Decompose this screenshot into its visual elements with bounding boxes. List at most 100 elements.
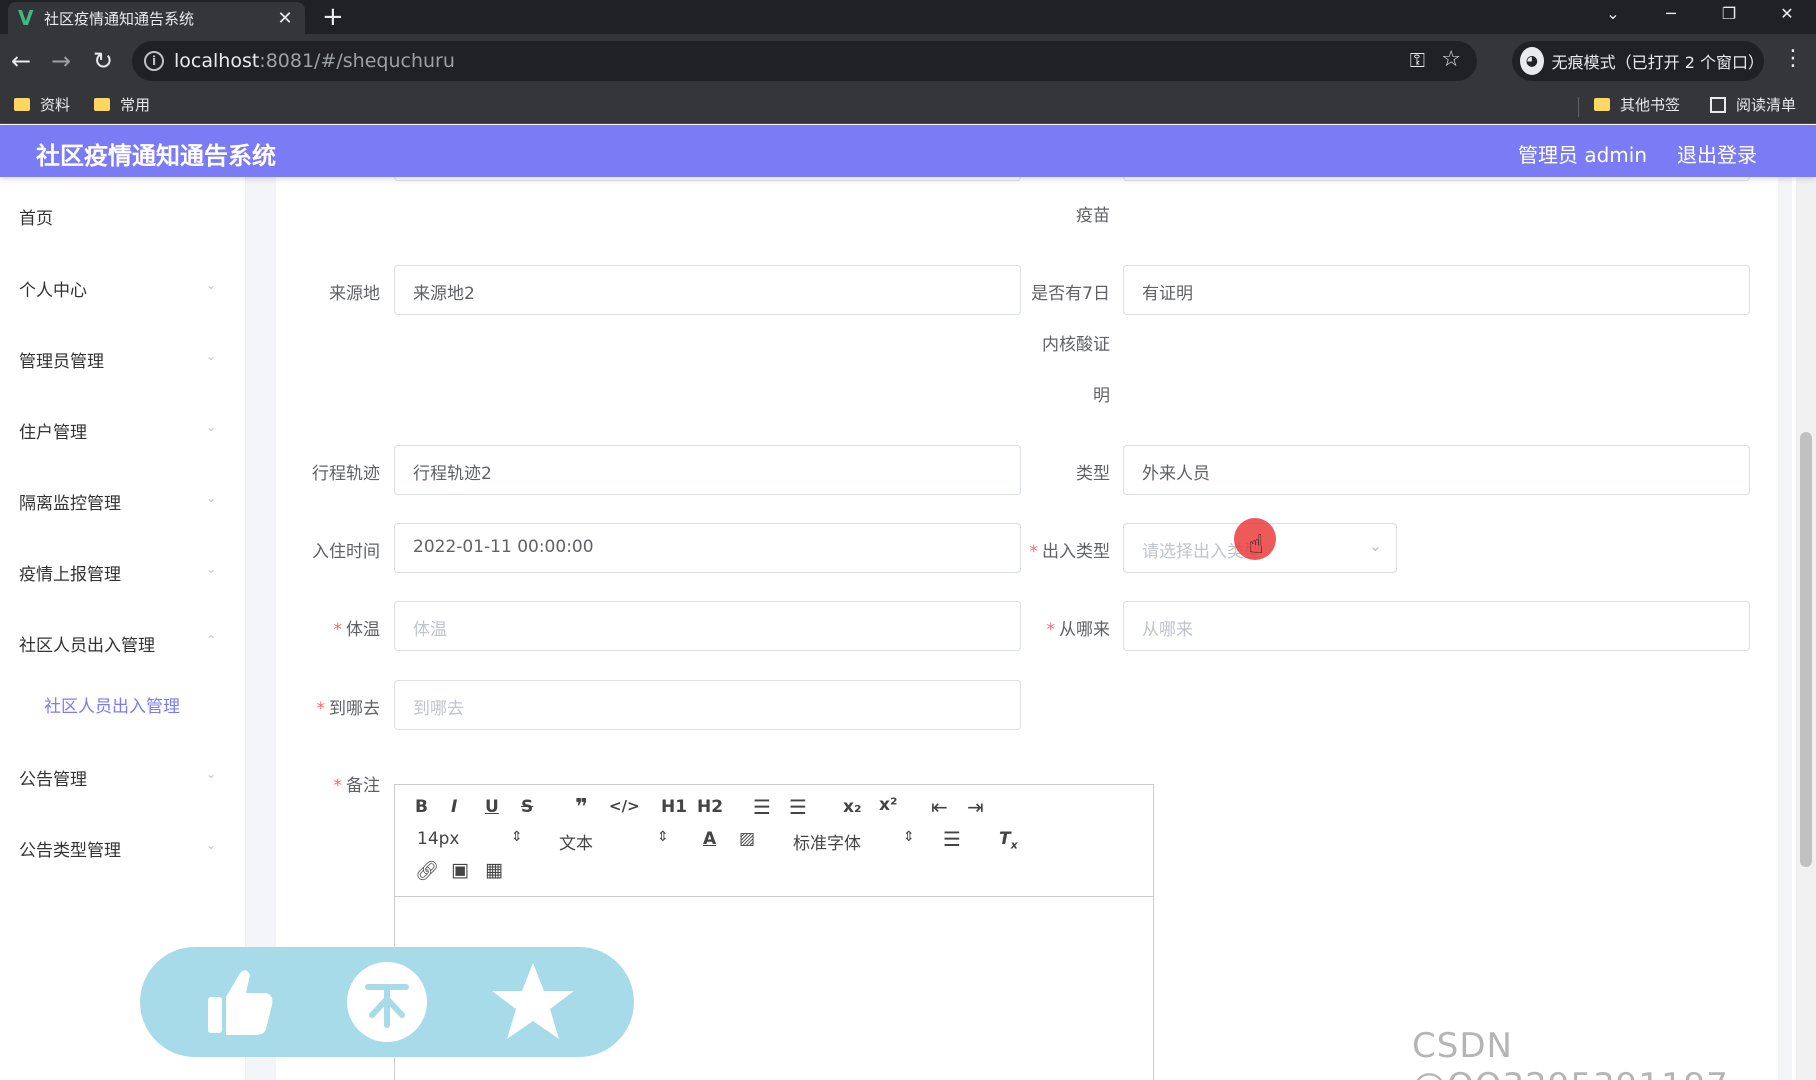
pointer-hand-icon: ☝: [1248, 530, 1264, 560]
chevron-down-icon: ⌄: [1368, 536, 1382, 555]
sidebar-subitem-label: 社区人员出入管理: [44, 697, 180, 717]
required-mark: *: [1046, 620, 1056, 640]
sidebar: 首页 个人中心 ⌄ 管理员管理 ⌄ 住户管理 ⌄ 隔离监控管理 ⌄ 疫情上报管理…: [0, 177, 246, 1080]
password-key-icon[interactable]: ⚿: [1410, 48, 1425, 72]
trajectory-value: 行程轨迹2: [413, 464, 492, 484]
heading-2-icon[interactable]: H2: [697, 797, 723, 817]
coin-icon[interactable]: [344, 959, 430, 1045]
sidebar-item-personal-center[interactable]: 个人中心 ⌄: [0, 266, 246, 310]
to-where-label-text: 到哪去: [329, 699, 380, 719]
site-info-icon[interactable]: i: [144, 51, 164, 71]
sidebar-item-admin-management[interactable]: 管理员管理 ⌄: [0, 337, 246, 381]
italic-icon[interactable]: I: [451, 797, 457, 817]
align-icon[interactable]: ☰: [943, 827, 961, 851]
sidebar-item-label: 公告类型管理: [19, 841, 121, 861]
bookmark-star-icon[interactable]: ☆: [1441, 47, 1461, 72]
url-path: :8081/#/shequchuru: [259, 50, 455, 72]
sidebar-item-resident-management[interactable]: 住户管理 ⌄: [0, 408, 246, 452]
text-color-icon[interactable]: A: [703, 829, 716, 849]
minimize-window-icon[interactable]: ─: [1648, 0, 1694, 30]
close-window-icon[interactable]: ✕: [1764, 0, 1810, 30]
reading-list-icon: [1710, 96, 1726, 113]
bookmark-folder-ziliao[interactable]: 资料: [14, 94, 70, 115]
sidebar-item-notice-type-management[interactable]: 公告类型管理 ⌄: [0, 826, 246, 870]
outdent-icon[interactable]: ⇤: [931, 795, 948, 819]
required-mark: *: [333, 620, 343, 640]
scrollbar-thumb[interactable]: [1800, 432, 1812, 867]
new-tab-button[interactable]: +: [322, 2, 344, 32]
video-icon[interactable]: ▦: [485, 859, 503, 881]
background-color-icon[interactable]: ▨: [739, 829, 755, 849]
temperature-input[interactable]: 体温: [394, 601, 1021, 651]
font-family-select[interactable]: 标准字体: [793, 829, 861, 854]
checkin-time-label: 入住时间: [312, 542, 380, 562]
logout-link[interactable]: 退出登录: [1677, 139, 1757, 168]
thumbs-up-icon[interactable]: [194, 959, 280, 1045]
superscript-icon[interactable]: x²: [879, 795, 897, 815]
trajectory-input[interactable]: 行程轨迹2: [394, 445, 1021, 495]
source-label: 来源地: [329, 284, 380, 304]
sidebar-item-home[interactable]: 首页: [0, 194, 246, 238]
inout-type-label-text: 出入类型: [1042, 542, 1110, 562]
strikethrough-icon[interactable]: S: [521, 797, 533, 817]
tab-search-icon[interactable]: ⌄: [1590, 0, 1636, 30]
star-icon[interactable]: [490, 959, 576, 1045]
type-label: 类型: [1076, 464, 1110, 484]
bold-icon[interactable]: B: [415, 797, 428, 817]
chevron-down-icon: ⌄: [206, 562, 217, 576]
browser-tab[interactable]: V 社区疫情通知通告系统 ✕: [8, 2, 305, 34]
remark-label: * 备注: [276, 771, 381, 796]
bookmark-folder-changyong[interactable]: 常用: [94, 94, 150, 115]
other-bookmarks[interactable]: 其他书签: [1594, 94, 1680, 115]
image-icon[interactable]: ▣: [451, 859, 469, 881]
required-mark: *: [1029, 542, 1039, 562]
sidebar-subitem-community-access[interactable]: 社区人员出入管理: [0, 684, 246, 724]
from-where-input[interactable]: 从哪来: [1123, 601, 1750, 651]
vertical-scrollbar[interactable]: [1796, 177, 1816, 1080]
blockquote-icon[interactable]: ❞: [575, 795, 588, 820]
folder-icon: [1594, 98, 1610, 111]
chevron-down-icon: ⌄: [206, 767, 217, 781]
sidebar-item-notice-management[interactable]: 公告管理 ⌄: [0, 755, 246, 799]
required-mark: *: [316, 699, 326, 719]
type-input[interactable]: 外来人员: [1123, 445, 1750, 495]
sidebar-item-quarantine-monitoring[interactable]: 隔离监控管理 ⌄: [0, 479, 246, 523]
checkin-time-value: 2022-01-11 00:00:00: [413, 537, 594, 557]
heading-select[interactable]: 文本: [559, 829, 593, 854]
close-tab-icon[interactable]: ✕: [275, 8, 295, 29]
link-icon[interactable]: 🔗︎: [415, 859, 439, 882]
back-icon[interactable]: ←: [4, 44, 38, 78]
reload-icon[interactable]: ↻: [86, 44, 120, 78]
to-where-input[interactable]: 到哪去: [394, 680, 1021, 730]
incognito-indicator[interactable]: ◕ 无痕模式（已打开 2 个窗口）: [1512, 41, 1764, 81]
ordered-list-icon[interactable]: ☰: [753, 795, 771, 819]
restore-window-icon[interactable]: ❐: [1706, 0, 1752, 30]
nucleic-label-line3: 明: [1093, 386, 1110, 406]
chevron-down-icon: ⌄: [206, 349, 217, 363]
checkin-time-input[interactable]: 2022-01-11 00:00:00: [394, 523, 1021, 573]
heading-1-icon[interactable]: H1: [661, 797, 687, 817]
font-size-select[interactable]: 14px: [417, 829, 459, 849]
url-text[interactable]: localhost:8081/#/shequchuru: [174, 50, 455, 72]
source-input[interactable]: 来源地2: [394, 265, 1021, 315]
bookmark-label: 资料: [40, 96, 71, 114]
nucleic-proof-input[interactable]: 有证明: [1123, 265, 1750, 315]
from-where-label-text: 从哪来: [1059, 620, 1110, 640]
remark-label-text: 备注: [346, 776, 380, 796]
csdn-watermark: CSDN @QQ3295391197: [1412, 1026, 1728, 1080]
sidebar-item-community-access[interactable]: 社区人员出入管理 ⌃: [0, 621, 246, 665]
reading-list-label: 阅读清单: [1736, 96, 1797, 114]
sidebar-item-epidemic-report[interactable]: 疫情上报管理 ⌄: [0, 550, 246, 594]
bullet-list-icon[interactable]: ☰: [789, 795, 807, 819]
address-bar[interactable]: i localhost:8081/#/shequchuru ⚿ ☆: [132, 41, 1477, 81]
main-content: 疫苗 来源地 来源地2 是否有7日 内核酸证 明 有证明 行程轨迹 行程轨迹2 …: [246, 141, 1792, 1080]
inout-type-label: * 出入类型: [996, 537, 1111, 562]
browser-menu-icon[interactable]: ⋮: [1782, 46, 1804, 71]
code-block-icon[interactable]: </>: [609, 797, 640, 815]
subscript-icon[interactable]: x₂: [843, 797, 861, 817]
indent-icon[interactable]: ⇥: [967, 795, 984, 819]
underline-icon[interactable]: U: [485, 797, 499, 817]
reading-list[interactable]: 阅读清单: [1710, 94, 1796, 115]
forward-icon[interactable]: →: [44, 44, 78, 78]
clear-format-icon[interactable]: Tx: [999, 829, 1018, 851]
